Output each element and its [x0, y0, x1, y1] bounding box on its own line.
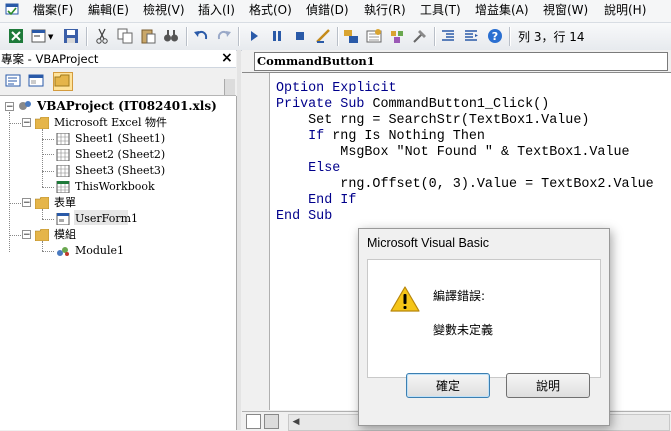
- code-line: End If: [276, 193, 357, 208]
- project-explorer-title: 專案 - VBAProject: [1, 52, 99, 66]
- cursor-position: 列 3，行 14: [518, 30, 585, 44]
- warning-icon: [390, 286, 420, 312]
- menu-format[interactable]: 格式(O): [249, 3, 292, 18]
- save-icon[interactable]: [63, 28, 79, 44]
- toggle-folders-button[interactable]: [53, 72, 73, 91]
- help-button[interactable]: 說明: [506, 373, 590, 398]
- collapse-toggle[interactable]: −: [22, 198, 31, 208]
- scroll-left-icon[interactable]: ◀: [289, 415, 303, 430]
- chevron-down-icon[interactable]: ▼: [48, 33, 53, 41]
- design-mode-icon[interactable]: [315, 28, 331, 44]
- paste-icon[interactable]: [140, 28, 156, 44]
- app-icon[interactable]: [5, 3, 19, 17]
- excel-icon[interactable]: [8, 28, 24, 44]
- folder-icon: [35, 229, 49, 241]
- object-dropdown[interactable]: CommandButton1: [254, 52, 668, 71]
- menu-file[interactable]: 檔案(F): [33, 3, 73, 18]
- menu-edit[interactable]: 編輯(E): [88, 3, 129, 18]
- dialog-message-detail: 變數未定義: [433, 323, 494, 337]
- tree-modules-folder[interactable]: 模組: [54, 228, 76, 242]
- procedure-view-button[interactable]: [246, 414, 261, 429]
- error-dialog: Microsoft Visual Basic 編譯錯誤: 變數未定義 確定 說明: [358, 228, 610, 426]
- userform-icon: [56, 213, 70, 225]
- folder-icon: [35, 117, 49, 129]
- code-line: If rng Is Nothing Then: [276, 129, 485, 144]
- project-explorer-icon[interactable]: [343, 28, 359, 44]
- tree-project[interactable]: VBAProject (IT082401.xls): [37, 99, 217, 113]
- standard-toolbar: ▼ ? 列 3，行 14: [0, 23, 671, 51]
- break-icon[interactable]: [269, 28, 285, 44]
- toolbox-icon[interactable]: [412, 28, 428, 44]
- tree-sheet1[interactable]: Sheet1 (Sheet1): [75, 132, 165, 146]
- tree-userform1[interactable]: UserForm1: [75, 212, 138, 226]
- tree-thisworkbook[interactable]: ThisWorkbook: [75, 180, 155, 194]
- menu-help[interactable]: 說明(H): [604, 3, 646, 18]
- outdent-icon[interactable]: [463, 28, 479, 44]
- menu-insert[interactable]: 插入(I): [198, 3, 235, 18]
- full-module-view-button[interactable]: [264, 414, 279, 429]
- menu-tools[interactable]: 工具(T): [420, 3, 461, 18]
- sheet-icon: [56, 165, 70, 177]
- tree-sheet3[interactable]: Sheet3 (Sheet3): [75, 164, 165, 178]
- undo-icon[interactable]: [193, 28, 209, 44]
- menu-addins[interactable]: 增益集(A): [475, 3, 529, 18]
- collapse-toggle[interactable]: −: [5, 102, 14, 112]
- properties-icon[interactable]: [366, 28, 382, 44]
- menu-bar: 檔案(F) 編輯(E) 檢視(V) 插入(I) 格式(O) 偵錯(D) 執行(R…: [0, 0, 671, 23]
- menu-debug[interactable]: 偵錯(D): [306, 3, 349, 18]
- close-icon[interactable]: ×: [221, 50, 233, 66]
- code-line: Set rng = SearchStr(TextBox1.Value): [276, 113, 590, 128]
- tree-sheet2[interactable]: Sheet2 (Sheet2): [75, 148, 165, 162]
- help-icon[interactable]: ?: [487, 28, 503, 44]
- project-explorer-toolbar: [0, 68, 236, 96]
- project-explorer-titlebar: 專案 - VBAProject ×: [0, 50, 236, 68]
- menu-run[interactable]: 執行(R): [364, 3, 406, 18]
- module-icon: [57, 247, 69, 256]
- object-browser-icon[interactable]: [389, 28, 405, 44]
- code-line: MsgBox "Not Found " & TextBox1.Value: [276, 145, 630, 160]
- code-line: Option Explicit: [276, 81, 397, 96]
- code-line: End Sub: [276, 209, 333, 224]
- code-window-header: CommandButton1: [242, 50, 671, 73]
- cut-icon[interactable]: [94, 28, 110, 44]
- menu-window[interactable]: 視窗(W): [543, 3, 588, 18]
- insert-userform-icon[interactable]: [31, 28, 47, 44]
- view-code-icon: [5, 74, 21, 87]
- copy-icon[interactable]: [117, 28, 133, 44]
- sheet-icon: [56, 149, 70, 161]
- dialog-title: Microsoft Visual Basic: [367, 236, 490, 250]
- workbook-icon: [56, 181, 70, 193]
- code-line: rng.Offset(0, 3).Value = TextBox2.Value: [276, 177, 654, 192]
- ok-button[interactable]: 確定: [406, 373, 490, 398]
- svg-text:?: ?: [492, 30, 498, 43]
- dialog-message-area: 編譯錯誤: 變數未定義: [367, 259, 601, 378]
- reset-icon[interactable]: [292, 28, 308, 44]
- scrollbar[interactable]: [224, 79, 235, 95]
- indent-icon[interactable]: [440, 28, 456, 44]
- code-line: Else: [276, 161, 341, 176]
- pane-splitter[interactable]: [237, 50, 241, 430]
- tree-module1[interactable]: Module1: [75, 244, 124, 258]
- find-icon[interactable]: [163, 28, 179, 44]
- view-object-icon: [28, 74, 44, 87]
- folder-icon: [54, 74, 70, 87]
- vba-project-icon: [19, 101, 31, 110]
- tree-excel-objects[interactable]: Microsoft Excel 物件: [54, 116, 167, 130]
- collapse-toggle[interactable]: −: [22, 230, 31, 240]
- dialog-message-heading: 編譯錯誤:: [433, 289, 486, 303]
- code-line: Private Sub CommandButton1_Click(): [276, 97, 550, 112]
- collapse-toggle[interactable]: −: [22, 118, 31, 128]
- view-object-button[interactable]: [27, 72, 47, 91]
- tree-forms-folder[interactable]: 表單: [54, 196, 76, 210]
- view-code-button[interactable]: [4, 72, 24, 91]
- margin-indicator-bar[interactable]: [242, 73, 270, 410]
- object-dropdown-value: CommandButton1: [257, 54, 375, 68]
- run-icon[interactable]: [246, 28, 262, 44]
- redo-icon[interactable]: [216, 28, 232, 44]
- menu-view[interactable]: 檢視(V): [143, 3, 185, 18]
- sheet-icon: [56, 133, 70, 145]
- project-tree: − VBAProject (IT082401.xls) − Microsoft …: [0, 96, 237, 430]
- folder-icon: [35, 197, 49, 209]
